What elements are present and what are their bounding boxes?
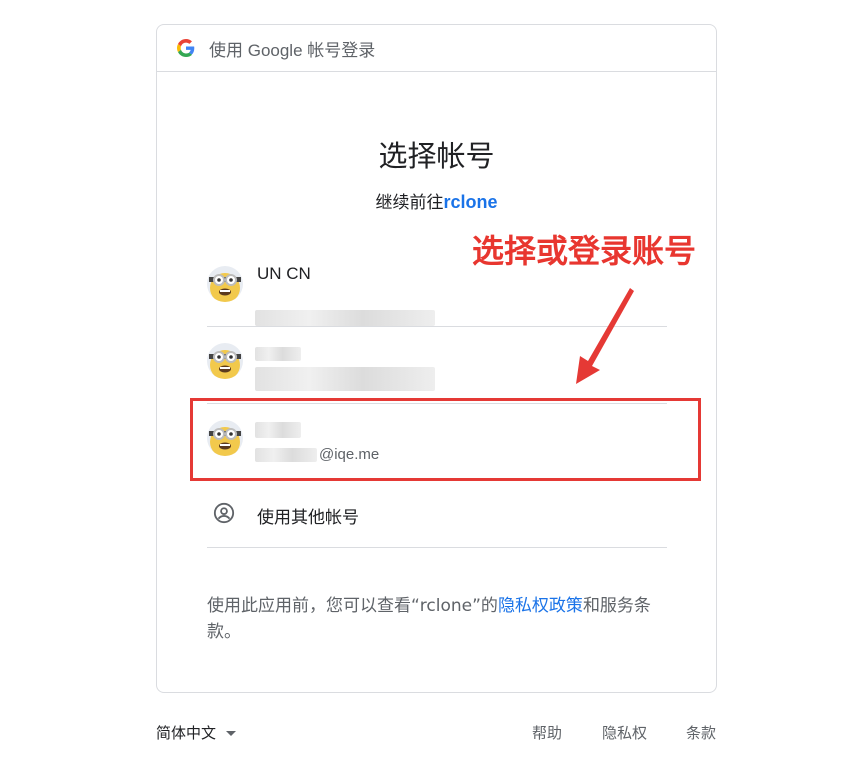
account-name: UN CN: [257, 264, 311, 283]
header-title: 使用 Google 帐号登录: [209, 40, 376, 60]
privacy-notice: 使用此应用前，您可以查看“rclone”的隐私权政策和服务条款。: [207, 593, 677, 645]
chevron-down-icon: [226, 731, 237, 736]
avatar: [207, 343, 243, 379]
help-link[interactable]: 帮助: [532, 722, 562, 743]
terms-link[interactable]: 条款: [686, 722, 716, 743]
privacy-text-before: 使用此应用前，您可以查看“rclone”的: [207, 596, 498, 616]
card-header: 使用 Google 帐号登录: [157, 25, 716, 72]
page-title: 选择帐号: [378, 139, 495, 173]
app-name-link[interactable]: rclone: [443, 192, 497, 212]
use-other-account-label: 使用其他帐号: [257, 508, 359, 528]
language-selector[interactable]: 简体中文: [156, 722, 237, 743]
subtitle-prefix: 继续前往: [375, 193, 444, 213]
page-subtitle: 继续前往rclone: [157, 188, 716, 213]
redacted-name: [255, 347, 301, 361]
redacted-email: [255, 310, 435, 326]
privacy-link[interactable]: 隐私权: [602, 722, 647, 743]
google-logo-icon: [177, 39, 195, 57]
use-other-account-button[interactable]: 使用其他帐号: [207, 481, 667, 548]
redacted-email: [255, 367, 435, 391]
arrow-icon: [576, 288, 634, 384]
highlight-box: [190, 398, 701, 481]
annotation-label: 选择或登录账号: [472, 232, 697, 270]
minion-avatar-icon: [209, 350, 241, 379]
account-circle-icon: [213, 502, 235, 524]
footer: 简体中文 帮助 隐私权 条款: [156, 722, 717, 746]
minion-avatar-icon: [209, 273, 241, 302]
language-label: 简体中文: [156, 724, 217, 742]
avatar: [207, 266, 243, 302]
privacy-policy-link[interactable]: 隐私权政策: [498, 596, 583, 616]
